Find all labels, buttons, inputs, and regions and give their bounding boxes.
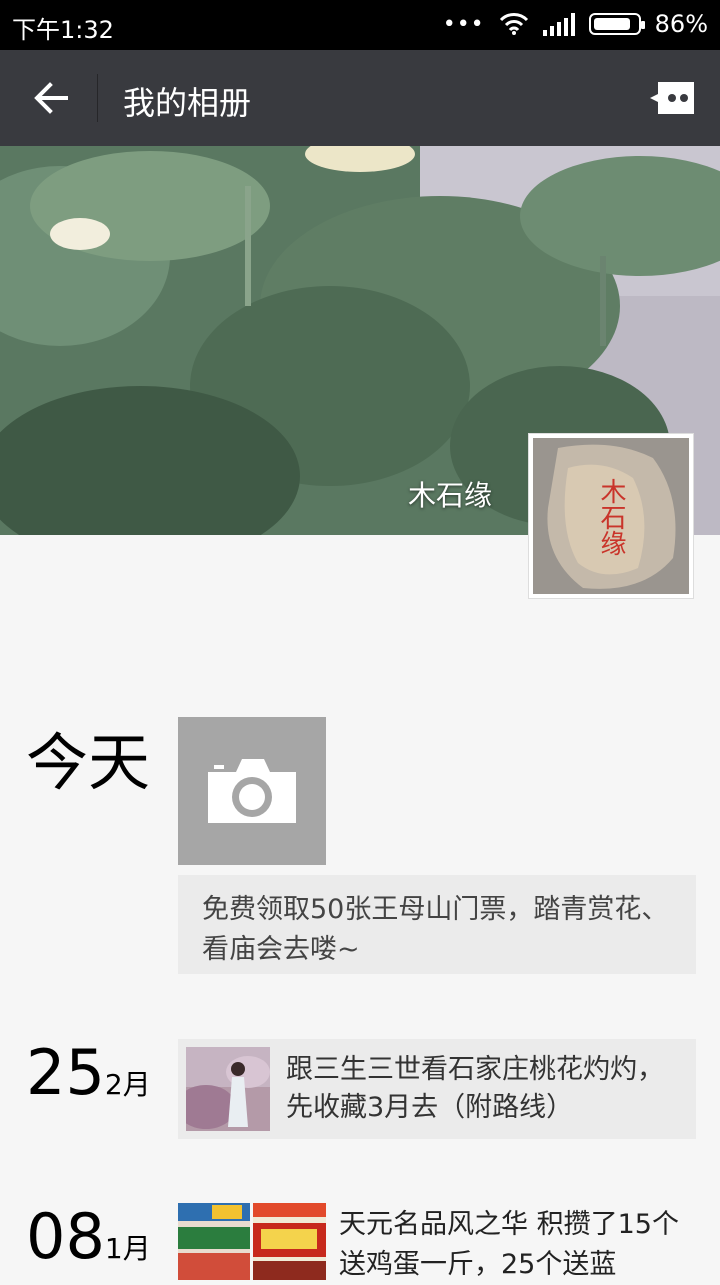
title-divider [97,74,98,122]
post-thumbnail[interactable] [178,1203,250,1280]
avatar-rock-inscription: 木石缘 [596,478,626,556]
timeline-date: 252月 [26,1036,151,1109]
status-right: ••• 86% [443,10,708,38]
timeline-date: 081月 [26,1200,151,1273]
wifi-icon [499,13,528,35]
battery-level [593,18,630,30]
status-bar: 下午1:32 ••• 86% [0,0,720,50]
title-bar: 我的相册 [0,50,720,146]
battery-icon [588,13,645,35]
timeline-post-text: 跟三生三世看石家庄桃花灼灼，先收藏3月去（附路线） [286,1054,664,1123]
timeline-month: 1月 [104,1232,151,1265]
timeline-month: 2月 [104,1068,151,1101]
page-title: 我的相册 [123,84,252,122]
timeline-post-text[interactable]: 免费领取50张王母山门票，踏青赏花、看庙会去喽~ [178,875,696,974]
arrow-left-icon[interactable] [28,74,76,122]
profile-avatar[interactable]: 木石缘 [528,433,694,599]
post-thumbnail[interactable] [253,1203,326,1280]
battery-percent: 86% [654,10,708,38]
profile-nickname: 木石缘 [408,479,493,512]
post-thumbnail [186,1047,270,1131]
timeline-post[interactable]: 跟三生三世看石家庄桃花灼灼，先收藏3月去（附路线） [178,1039,696,1139]
timeline-post-text[interactable]: 天元名品风之华 积攒了15个送鸡蛋一斤，25个送蓝 [339,1205,699,1285]
signal-icon [542,13,575,36]
status-time: 下午1:32 [12,16,114,44]
timeline-day-today: 今天 [26,726,151,799]
message-icon[interactable] [650,82,694,114]
timeline-day: 08 [26,1200,105,1273]
camera-icon [208,759,296,823]
notification-dots-icon: ••• [442,11,485,37]
timeline-day: 25 [26,1036,105,1109]
add-photo-button[interactable] [178,717,326,865]
avatar-rock-image: 木石缘 [533,438,689,594]
